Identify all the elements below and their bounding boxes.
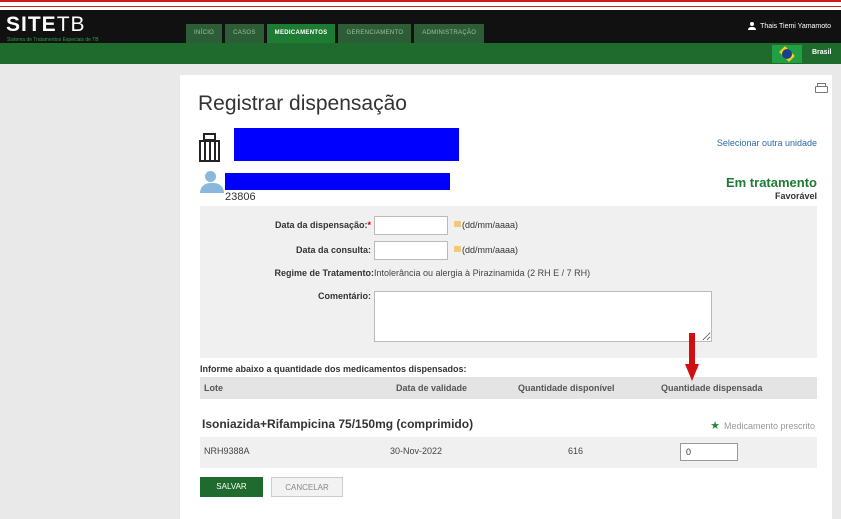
cancel-button[interactable]: CANCELAR xyxy=(271,477,343,497)
logo-tb-text: TB xyxy=(56,13,86,36)
dispensation-date-input[interactable] xyxy=(374,216,448,235)
dispensation-date-row: Data da dispensação:* (dd/mm/aaaa) xyxy=(200,216,817,236)
dispensation-date-label: Data da dispensação:* xyxy=(274,220,371,230)
star-icon: ★ xyxy=(710,420,720,432)
user-name: Thais Tiemi Yamamoto xyxy=(760,22,831,30)
save-button[interactable]: SALVAR xyxy=(200,477,263,497)
col-dispensada: Quantidade dispensada xyxy=(661,383,763,393)
required-mark: * xyxy=(367,220,371,230)
consult-date-input[interactable] xyxy=(374,241,448,260)
drug-name: Isoniazida+Rifampicina 75/150mg (comprim… xyxy=(202,417,474,431)
locale-bar: Brasil xyxy=(0,43,841,64)
prescribed-label: Medicamento prescrito xyxy=(723,420,815,431)
regimen-value: Intolerância ou alergia à Pirazinamida (… xyxy=(374,268,591,278)
date-format-hint: (dd/mm/aaaa) xyxy=(462,245,519,255)
col-validade: Data de validade xyxy=(396,383,468,393)
tab-administracao[interactable]: ADMINISTRAÇÃO xyxy=(414,24,485,43)
user-menu[interactable]: Thais Tiemi Yamamoto xyxy=(748,22,831,30)
prescribed-indicator: ★ Medicamento prescrito xyxy=(710,419,815,432)
comment-label: Comentário: xyxy=(317,291,371,301)
dispensation-form: Data da dispensação:* (dd/mm/aaaa) Data … xyxy=(200,206,817,358)
app-header: SITETB Sistema de Tratamentos Especiais … xyxy=(0,10,841,43)
medication-table-header: Lote Data de validade Quantidade disponí… xyxy=(200,377,817,399)
main-nav: INÍCIO CASOS MEDICAMENTOS GERENCIAMENTO … xyxy=(186,24,487,43)
logo-site-text: SITE xyxy=(6,13,57,36)
redacted-unit-name xyxy=(234,128,459,161)
comment-textarea[interactable] xyxy=(374,291,712,342)
quantity-dispensed-input[interactable] xyxy=(680,443,738,461)
cell-lote: NRH9388A xyxy=(204,446,250,456)
annotation-arrow-icon xyxy=(685,333,699,381)
calendar-icon[interactable] xyxy=(454,221,461,227)
patient-icon xyxy=(200,171,224,193)
regimen-label: Regime de Tratamento: xyxy=(274,268,374,278)
date-format-hint: (dd/mm/aaaa) xyxy=(462,220,519,230)
calendar-icon[interactable] xyxy=(454,246,461,252)
tab-medicamentos[interactable]: MEDICAMENTOS xyxy=(266,24,336,43)
table-instruction: Informe abaixo a quantidade dos medicame… xyxy=(200,364,467,374)
cell-disponivel: 616 xyxy=(568,446,584,456)
consult-date-row: Data da consulta: (dd/mm/aaaa) xyxy=(200,241,817,261)
redacted-patient-name xyxy=(225,173,450,190)
tab-gerenciamento[interactable]: GERENCIAMENTO xyxy=(338,24,412,43)
col-lote: Lote xyxy=(204,383,223,393)
tab-casos[interactable]: CASOS xyxy=(225,24,264,43)
treatment-status-detail: Favorável xyxy=(774,191,817,201)
consult-date-label: Data da consulta: xyxy=(295,245,371,255)
col-disponivel: Quantidade disponível xyxy=(518,383,615,393)
regimen-row: Regime de Tratamento: Intolerância ou al… xyxy=(200,264,817,284)
tab-inicio[interactable]: INÍCIO xyxy=(186,24,223,43)
select-unit-link[interactable]: Selecionar outra unidade xyxy=(717,138,817,148)
patient-id: 23806 xyxy=(225,191,256,203)
country-label: Brasil xyxy=(812,49,832,56)
page-title: Registrar dispensação xyxy=(198,92,407,115)
user-icon xyxy=(748,22,757,30)
building-icon xyxy=(199,133,220,162)
top-red-line xyxy=(0,0,841,10)
treatment-status: Em tratamento xyxy=(725,175,817,190)
app-logo[interactable]: SITETB xyxy=(6,13,86,37)
main-panel: Registrar dispensação Selecionar outra u… xyxy=(180,75,832,519)
print-icon[interactable] xyxy=(815,83,828,93)
brazil-flag-icon[interactable] xyxy=(772,45,802,63)
cell-validade: 30-Nov-2022 xyxy=(390,446,443,456)
table-row: NRH9388A 30-Nov-2022 616 xyxy=(200,437,817,468)
